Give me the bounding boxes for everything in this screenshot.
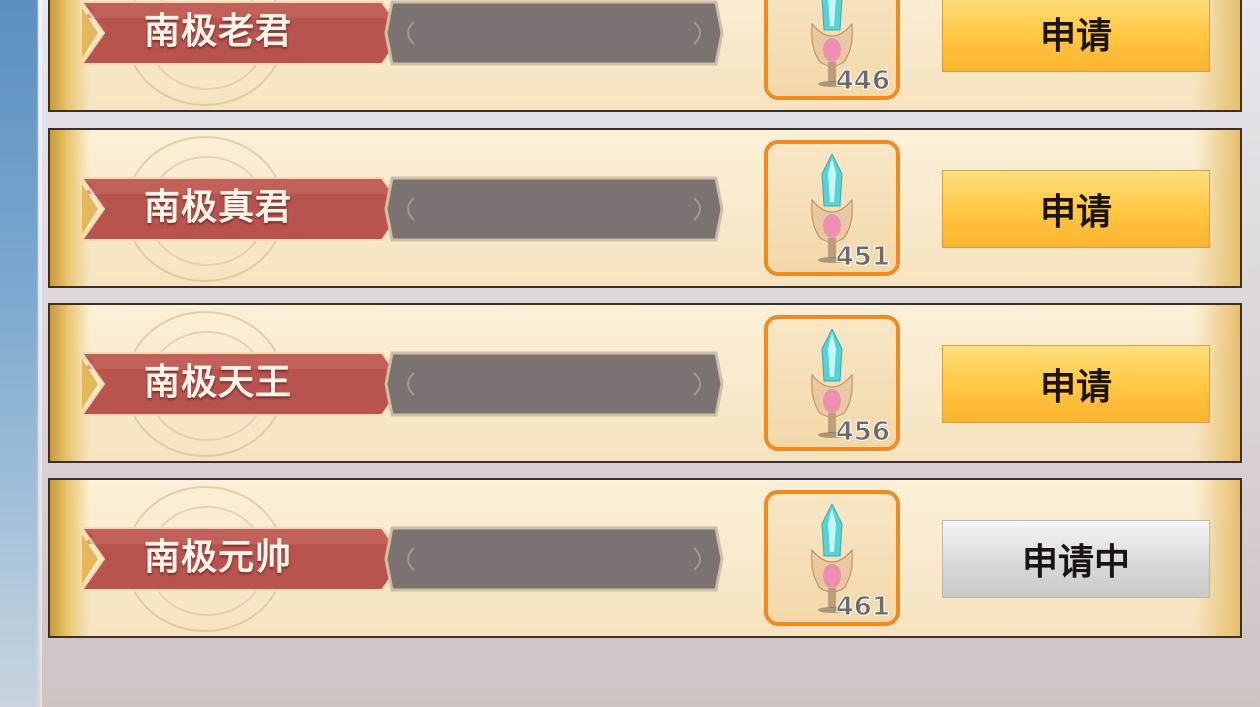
title-name: 南极元帅 — [144, 537, 293, 578]
item-count: 456 — [835, 417, 890, 448]
apply-button[interactable]: 申请 — [942, 345, 1210, 423]
item-count: 461 — [835, 592, 890, 623]
title-row: 南极元帅 461 申请中 — [48, 478, 1242, 638]
pending-button[interactable]: 申请中 — [942, 520, 1210, 598]
item-count: 446 — [835, 66, 890, 97]
title-row: 南极天王 456 申请 — [48, 303, 1242, 463]
title-row: 南极真君 451 申请 — [48, 128, 1242, 288]
empty-slot — [384, 526, 724, 592]
title-ribbon: 南极元帅 — [82, 524, 420, 594]
title-name: 南极老君 — [144, 11, 293, 52]
reward-item[interactable]: 446 — [764, 0, 900, 100]
title-name: 南极天王 — [144, 362, 293, 403]
title-list: 南极老君 446 申请 南极真君 451 申请 南极天王 456 申请 南极元帅… — [48, 0, 1244, 707]
reward-item[interactable]: 456 — [764, 315, 900, 451]
reward-item[interactable]: 461 — [764, 490, 900, 626]
empty-slot — [384, 351, 724, 417]
title-name: 南极真君 — [144, 187, 293, 228]
title-ribbon: 南极天王 — [82, 349, 420, 419]
title-ribbon: 南极真君 — [82, 174, 420, 244]
empty-slot — [384, 176, 724, 242]
title-row: 南极老君 446 申请 — [48, 0, 1242, 112]
reward-item[interactable]: 451 — [764, 140, 900, 276]
title-ribbon: 南极老君 — [82, 0, 420, 68]
item-count: 451 — [835, 242, 890, 273]
empty-slot — [384, 0, 724, 66]
apply-button[interactable]: 申请 — [942, 170, 1210, 248]
background-scenery — [0, 0, 42, 707]
apply-button[interactable]: 申请 — [942, 0, 1210, 72]
